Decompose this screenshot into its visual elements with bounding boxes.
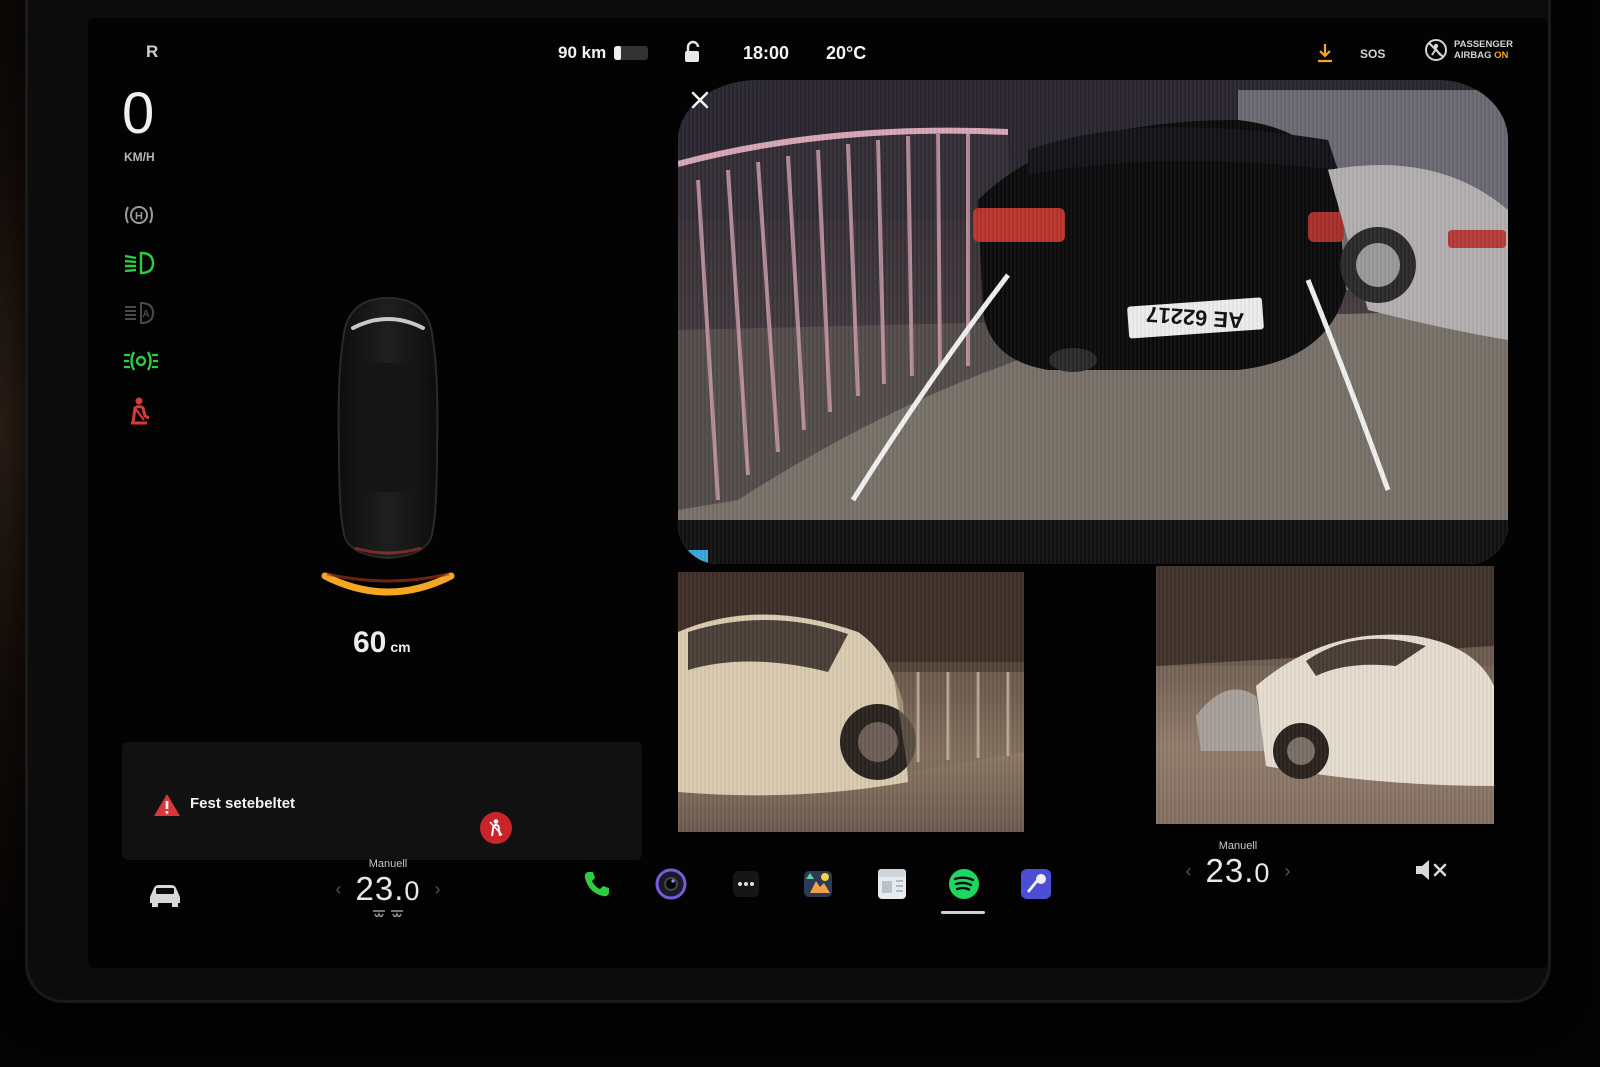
parking-distance-unit: cm <box>390 639 411 655</box>
range-indicator[interactable]: 90 km <box>558 43 649 63</box>
passenger-airbag-status: PASSENGER AIRBAG ON <box>1424 38 1513 62</box>
right-repeater-camera-view[interactable] <box>1156 566 1494 824</box>
rear-camera-view[interactable]: AE 62217 <box>678 80 1508 564</box>
low-beam-icon <box>122 250 156 281</box>
driver-temp-down-chevron-icon[interactable]: ‹ <box>336 879 342 900</box>
more-apps-icon[interactable] <box>728 866 764 902</box>
notification-text: Fest setebeltet <box>190 795 296 812</box>
phone-icon[interactable] <box>578 866 614 902</box>
range-value: 90 km <box>558 43 607 62</box>
car-icon <box>150 885 180 907</box>
close-icon <box>691 91 709 109</box>
parking-distance-value: 60 <box>353 626 387 659</box>
passenger-climate-mode: Manuell <box>1218 840 1258 852</box>
driver-climate-mode: Manuell <box>368 858 408 870</box>
airbag-icon <box>1425 39 1447 61</box>
driver-temp-dec: 0 <box>404 876 421 906</box>
parking-lights-icon <box>122 348 160 379</box>
arcade-icon[interactable] <box>801 866 837 902</box>
auto-hold-icon: H <box>122 202 156 233</box>
passenger-temp-dec: 0 <box>1254 858 1271 888</box>
vehicle-visualization[interactable] <box>313 288 463 623</box>
seatbelt-warning-icon <box>122 396 156 431</box>
seatbelt-icon <box>489 819 503 837</box>
passenger-temperature: 23.0 <box>1206 852 1271 890</box>
gear-indicator: R <box>146 42 159 61</box>
camera-app-icon[interactable] <box>653 866 689 902</box>
passenger-temp-down-chevron-icon[interactable]: ‹ <box>1186 861 1192 882</box>
close-camera-button[interactable] <box>688 88 712 117</box>
parking-distance: 60 cm <box>353 626 411 660</box>
speedometer: 0 <box>122 81 155 146</box>
auto-high-beam-icon: A <box>122 300 156 331</box>
driver-temp-int: 23. <box>355 870 405 907</box>
driver-temp-up-chevron-icon[interactable]: › <box>434 879 440 900</box>
passenger-temp-up-chevron-icon[interactable]: › <box>1284 861 1290 882</box>
spotify-icon[interactable] <box>946 866 982 902</box>
battery-fill <box>614 46 621 60</box>
svg-text:A: A <box>142 309 149 320</box>
battery-icon <box>614 46 649 60</box>
download-icon[interactable] <box>1316 42 1334 69</box>
karaoke-icon[interactable] <box>1018 866 1054 902</box>
car-controls-button[interactable] <box>146 880 184 913</box>
unlocked-icon[interactable] <box>682 40 704 69</box>
left-repeater-camera-view[interactable] <box>678 572 1024 832</box>
passenger-climate[interactable]: Manuell ‹ 23.0 › <box>1168 840 1308 890</box>
active-app-indicator <box>941 911 985 914</box>
sos-button[interactable]: SOS <box>1360 47 1385 61</box>
clock: 18:00 <box>743 43 790 63</box>
touchscreen: R 90 km 18:00 20°C SOS PASSENGER AIRBAG … <box>88 18 1548 968</box>
svg-text:H: H <box>135 211 143 223</box>
outside-temperature: 20°C <box>826 43 867 63</box>
airbag-label-1: PASSENGER <box>1454 39 1513 50</box>
display-bezel: R 90 km 18:00 20°C SOS PASSENGER AIRBAG … <box>28 0 1548 1000</box>
airbag-label-2: AIRBAG <box>1454 50 1492 61</box>
driver-temperature: 23.0 <box>356 870 421 908</box>
mute-icon <box>1416 860 1447 880</box>
volume-button[interactable] <box>1412 856 1452 889</box>
speed-unit: KM/H <box>124 150 155 164</box>
calendar-icon[interactable] <box>874 866 910 902</box>
airbag-state: ON <box>1494 50 1509 61</box>
warning-triangle-icon <box>152 792 182 823</box>
driver-climate[interactable]: Manuell ‹ 23.0 › <box>318 858 458 926</box>
seatbelt-notification[interactable]: Fest setebeltet <box>122 742 642 860</box>
seat-heater-icon[interactable] <box>370 909 406 921</box>
seatbelt-alert-badge <box>480 812 512 844</box>
passenger-temp-int: 23. <box>1205 852 1255 889</box>
